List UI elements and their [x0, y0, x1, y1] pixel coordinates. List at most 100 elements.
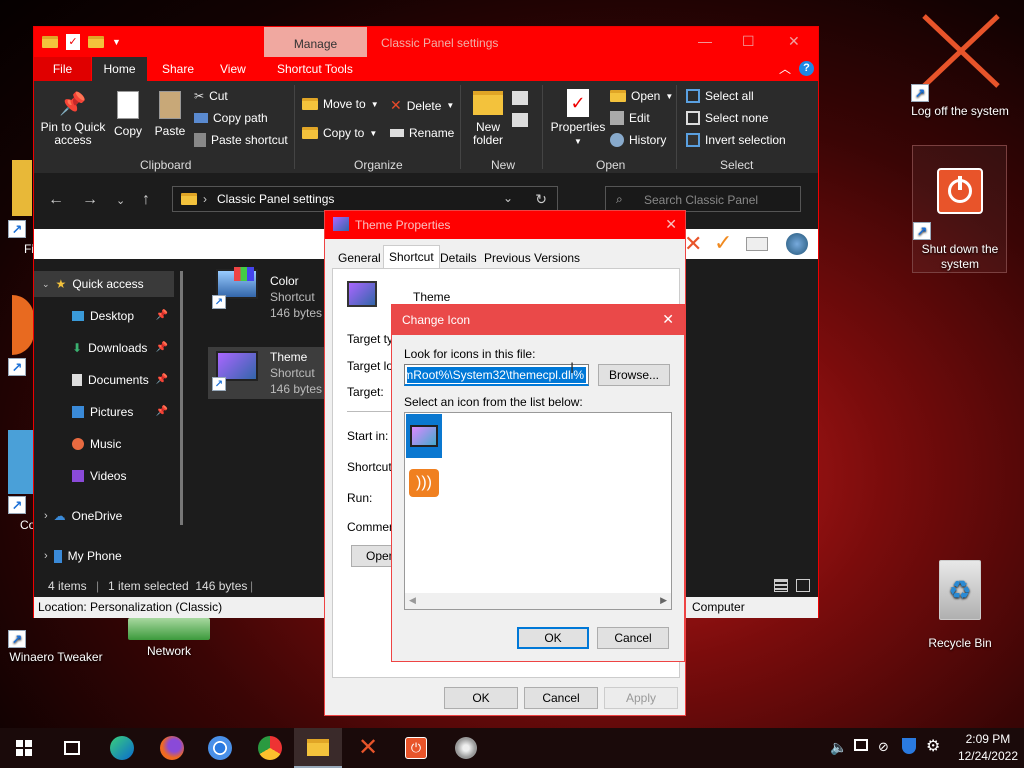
desktop-icon-log-off[interactable]: ↗ Log off the system: [905, 10, 1015, 119]
help-icon[interactable]: ?: [799, 61, 814, 76]
close-icon[interactable]: ✕: [662, 311, 674, 328]
volume-icon[interactable]: 🔈: [830, 739, 847, 756]
list-item[interactable]: ↗ Color Shortcut 146 bytes: [208, 265, 326, 320]
taskbar-chrome[interactable]: [246, 728, 294, 768]
rename-button[interactable]: Rename: [390, 126, 454, 140]
tab-previous-versions[interactable]: Previous Versions: [479, 247, 585, 269]
browse-button[interactable]: Browse...: [598, 364, 670, 386]
icon-file-input[interactable]: %SystemRoot%\System32\themecpl.dll: [404, 364, 589, 386]
card-icon[interactable]: [746, 237, 768, 251]
forward-arrow-icon[interactable]: →: [82, 191, 98, 209]
sidebar-item-music[interactable]: Music: [34, 431, 174, 457]
easy-access-icon[interactable]: [512, 113, 528, 127]
display-off-icon[interactable]: ⊘: [878, 739, 889, 755]
list-item[interactable]: ↗ Theme Shortcut 146 bytes: [208, 347, 326, 399]
select-none-button[interactable]: Select none: [686, 111, 768, 125]
tab-file[interactable]: File: [34, 57, 91, 81]
paste-button[interactable]: Paste: [152, 91, 188, 138]
taskbar-log-off[interactable]: ✕: [344, 728, 392, 768]
pin-to-quick-access-button[interactable]: 📌 Pin to Quick access: [40, 91, 106, 147]
taskbar-app[interactable]: [442, 728, 490, 768]
props-titlebar[interactable]: Theme Properties ✕: [325, 211, 685, 239]
sidebar-item-desktop[interactable]: Desktop 📌: [34, 303, 174, 329]
tab-details[interactable]: Details: [435, 247, 482, 269]
explorer-titlebar[interactable]: ✓ ▼ Manage Classic Panel settings — ☐ ✕: [34, 27, 818, 57]
open-button[interactable]: Open ▼: [610, 89, 673, 103]
copy-path-button[interactable]: Copy path: [194, 111, 268, 125]
tab-general[interactable]: General: [333, 247, 386, 269]
desktop-icon-recycle-bin[interactable]: ♻ Recycle Bin: [915, 560, 1005, 651]
tab-view[interactable]: View: [211, 57, 255, 81]
copy-to-button[interactable]: Copy to ▼: [302, 126, 377, 140]
close-icon[interactable]: ✕: [665, 216, 677, 233]
taskbar-shut-down[interactable]: ⏻: [392, 728, 440, 768]
cancel-button[interactable]: Cancel: [597, 627, 669, 649]
icon-option-theme[interactable]: [406, 414, 442, 458]
sidebar-item-pictures[interactable]: Pictures 📌: [34, 399, 174, 425]
taskbar-chromium[interactable]: [196, 728, 244, 768]
network-tray-icon[interactable]: [854, 739, 868, 751]
desktop-icon-shut-down[interactable]: ↗ Shut down the system: [912, 145, 1007, 273]
new-folder-button[interactable]: New folder: [468, 91, 508, 147]
taskbar-edge[interactable]: [98, 728, 146, 768]
paste-shortcut-button[interactable]: Paste shortcut: [194, 133, 288, 147]
address-bar[interactable]: › Classic Panel settings ⌄ ↻: [172, 186, 558, 212]
chevron-up-icon[interactable]: ︿: [779, 60, 791, 77]
desktop-icon-network[interactable]: Network: [124, 618, 214, 659]
sidebar-item-downloads[interactable]: ⬇ Downloads 📌: [34, 335, 174, 361]
ok-button[interactable]: OK: [444, 687, 518, 709]
tab-manage[interactable]: Manage: [264, 27, 367, 57]
delete-button[interactable]: ✕ Delete ▼: [390, 97, 454, 114]
icon-option-rss[interactable]: ))): [409, 469, 439, 497]
security-shield-icon[interactable]: [902, 738, 916, 754]
large-icons-view-icon[interactable]: [796, 579, 810, 592]
sidebar-item-documents[interactable]: Documents 📌: [34, 367, 174, 393]
recent-chevron-icon[interactable]: ⌄: [116, 194, 125, 207]
sidebar-item-onedrive[interactable]: › ☁ OneDrive: [34, 503, 174, 529]
scroll-left-icon[interactable]: ◀: [409, 595, 416, 606]
history-button[interactable]: History: [610, 133, 666, 147]
move-to-button[interactable]: Move to ▼: [302, 97, 379, 111]
back-arrow-icon[interactable]: ←: [48, 191, 64, 209]
close-icon[interactable]: ✕: [788, 33, 800, 50]
copy-button[interactable]: Copy: [110, 91, 146, 138]
task-view-button[interactable]: [48, 728, 96, 768]
start-button[interactable]: [0, 728, 48, 768]
refresh-icon[interactable]: ↻: [535, 191, 547, 208]
taskbar-file-explorer[interactable]: [294, 728, 342, 768]
new-item-icon[interactable]: [512, 91, 528, 105]
properties-button[interactable]: ✓ Properties ▼: [550, 89, 606, 148]
new-folder-icon[interactable]: [88, 36, 104, 48]
edit-button[interactable]: Edit: [610, 111, 650, 125]
invert-selection-button[interactable]: Invert selection: [686, 133, 786, 147]
tab-share[interactable]: Share: [153, 57, 203, 81]
globe-icon[interactable]: [786, 233, 808, 255]
orange-check-icon[interactable]: ✓: [714, 230, 732, 256]
chevron-down-icon[interactable]: ⌄: [503, 191, 513, 205]
maximize-icon[interactable]: ☐: [742, 33, 755, 50]
sidebar-item-my-phone[interactable]: › My Phone: [34, 543, 174, 569]
select-all-button[interactable]: Select all: [686, 89, 754, 103]
nav-scrollbar[interactable]: [180, 271, 183, 525]
details-view-icon[interactable]: [774, 579, 788, 592]
cancel-button[interactable]: Cancel: [524, 687, 598, 709]
tab-shortcut[interactable]: Shortcut: [383, 245, 440, 269]
tab-home[interactable]: Home: [92, 57, 147, 81]
scroll-right-icon[interactable]: ▶: [660, 595, 667, 606]
taskbar-firefox[interactable]: [148, 728, 196, 768]
clock[interactable]: 2:09 PM 12/24/2022: [958, 731, 1018, 765]
horizontal-scrollbar[interactable]: ◀ ▶: [405, 593, 671, 609]
cut-button[interactable]: ✂ Cut: [194, 89, 228, 103]
minimize-icon[interactable]: —: [698, 33, 712, 49]
sidebar-item-videos[interactable]: Videos: [34, 463, 174, 489]
ok-button[interactable]: OK: [517, 627, 589, 649]
properties-check-icon[interactable]: ✓: [66, 34, 80, 50]
icon-list[interactable]: ))) ◀ ▶: [404, 412, 672, 610]
red-x-icon[interactable]: ✕: [684, 231, 702, 257]
tab-shortcut-tools[interactable]: Shortcut Tools: [268, 57, 362, 81]
up-arrow-icon[interactable]: ↑: [142, 191, 150, 209]
settings-gear-icon[interactable]: ⚙: [926, 736, 940, 756]
sidebar-item-quick-access[interactable]: ⌄ ★ Quick access: [34, 271, 174, 297]
apply-button[interactable]: Apply: [604, 687, 678, 709]
chevron-down-icon[interactable]: ▼: [112, 37, 121, 47]
